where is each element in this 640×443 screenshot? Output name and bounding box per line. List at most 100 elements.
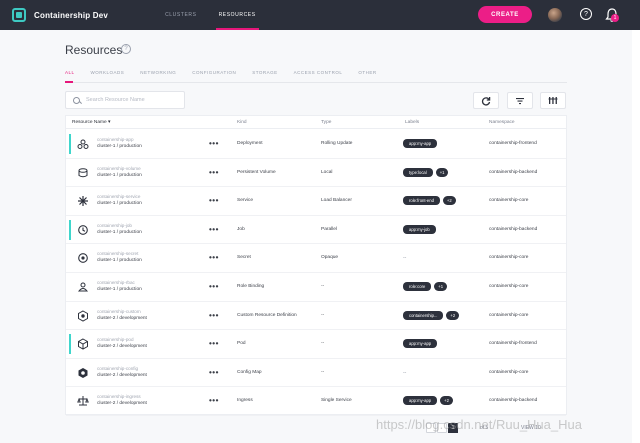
label-pill[interactable]: type:local — [403, 167, 433, 177]
label-pill[interactable]: role:front-end — [403, 196, 440, 206]
resource-namespace: containership-core — [489, 198, 529, 204]
resource-kind: Deployment — [237, 141, 263, 146]
filter-button[interactable] — [507, 92, 533, 109]
label-pill[interactable]: app:my-app — [403, 339, 438, 349]
table-row[interactable]: containership-pod cluster-2 / development… — [66, 330, 566, 359]
resource-name[interactable]: containership-rbac — [97, 280, 135, 285]
resource-namespace: containership-backend — [489, 226, 538, 232]
label-more-pill[interactable]: +1 — [434, 282, 448, 291]
label-pill[interactable]: app:my-app — [403, 396, 438, 406]
label-pill[interactable]: app:my-app — [403, 139, 438, 148]
resource-type: Parallel — [321, 226, 337, 232]
create-button[interactable]: CREATE — [478, 6, 532, 23]
row-actions-menu-icon[interactable]: ••• — [209, 225, 219, 234]
sort-caret-icon[interactable]: ▾ — [108, 120, 110, 125]
table-row[interactable]: containership-custom cluster-2 / developm… — [66, 302, 566, 331]
column-header-name-label: Resource Name — [72, 120, 107, 125]
table-row[interactable]: containership-config cluster-2 / developm… — [66, 359, 566, 388]
columns-button[interactable] — [540, 92, 566, 109]
row-actions-menu-icon[interactable]: ••• — [209, 311, 219, 320]
table-row[interactable]: containership-job cluster-1 / production •… — [66, 216, 566, 245]
table-row[interactable]: containership-rbac cluster-1 / production… — [66, 273, 566, 302]
table-row[interactable]: containership-service cluster-1 / product… — [66, 187, 566, 216]
resource-name[interactable]: containership-custom — [97, 309, 141, 314]
refresh-button[interactable] — [473, 92, 499, 109]
resource-namespace: containership-backend — [489, 169, 538, 175]
label-pill[interactable]: containership... — [403, 310, 444, 320]
table-header: Resource Name ▾ Kind Type Labels Namespa… — [66, 116, 566, 129]
column-header-type[interactable]: Type — [321, 120, 331, 125]
resource-name[interactable]: containership-app — [97, 137, 134, 142]
label-pill[interactable]: app:my-job — [403, 224, 436, 234]
resource-cluster: cluster-1 / production — [97, 258, 142, 264]
row-actions-menu-icon[interactable]: ••• — [209, 139, 219, 148]
resource-labels: app:my-app — [403, 339, 438, 349]
resource-name[interactable]: containership-volume — [97, 166, 141, 171]
resource-name[interactable]: containership-secret — [97, 251, 138, 256]
nav-clusters[interactable]: CLUSTERS — [154, 0, 207, 30]
containership-logo-icon[interactable] — [12, 8, 26, 22]
table-row[interactable]: containership-ingress cluster-2 / develop… — [66, 387, 566, 416]
service-icon — [78, 196, 88, 207]
row-actions-menu-icon[interactable]: ••• — [209, 282, 219, 291]
row-actions-menu-icon[interactable]: ••• — [209, 168, 219, 177]
resource-name[interactable]: containership-service — [97, 194, 140, 199]
tab-all[interactable]: ALL — [65, 70, 75, 80]
resource-kind: Pod — [237, 341, 246, 347]
column-header-labels[interactable]: Labels — [405, 120, 419, 125]
row-actions-menu-icon[interactable]: ••• — [209, 253, 219, 262]
resource-labels: app:my-app — [403, 139, 438, 148]
label-more-pill[interactable]: +1 — [435, 167, 449, 177]
resource-labels: app:my-job — [403, 224, 436, 234]
row-status-indicator — [69, 334, 71, 355]
label-more-pill[interactable]: +2 — [440, 396, 453, 406]
tab-access-control[interactable]: ACCESS CONTROL — [294, 70, 343, 80]
search-box — [65, 91, 185, 109]
table-row[interactable]: containership-secret cluster-1 / producti… — [66, 244, 566, 273]
table-row[interactable]: containership-volume cluster-1 / producti… — [66, 159, 566, 188]
tab-networking[interactable]: NETWORKING — [140, 70, 176, 80]
table-row[interactable]: containership-app cluster-1 / production •… — [66, 130, 566, 159]
tab-other[interactable]: OTHER — [358, 70, 376, 80]
resource-labels: role:front-end +2 — [403, 196, 456, 206]
row-actions-menu-icon[interactable]: ••• — [209, 339, 219, 348]
resource-cluster: cluster-1 / production — [97, 287, 142, 292]
resources-help-icon[interactable]: ? — [121, 44, 131, 54]
job-icon — [78, 224, 88, 235]
active-tab-indicator — [65, 81, 73, 83]
nav-resources[interactable]: RESOURCES — [208, 0, 267, 30]
label-pill[interactable]: role:core — [403, 282, 432, 291]
app-brand[interactable]: Containership Dev — [34, 11, 108, 20]
row-actions-menu-icon[interactable]: ••• — [209, 396, 219, 405]
row-actions-menu-icon[interactable]: ••• — [209, 368, 219, 377]
help-icon[interactable]: ? — [580, 8, 592, 20]
row-actions-menu-icon[interactable]: ••• — [209, 196, 219, 205]
no-labels-text: -- — [403, 369, 407, 376]
user-avatar[interactable] — [548, 8, 562, 22]
column-header-name[interactable]: Resource Name ▾ — [72, 120, 110, 125]
search-input[interactable] — [86, 97, 176, 103]
refresh-icon — [481, 96, 491, 106]
tab-storage[interactable]: STORAGE — [252, 70, 277, 80]
column-header-kind[interactable]: Kind — [237, 120, 247, 125]
resource-name[interactable]: containership-ingress — [97, 394, 141, 399]
resource-kind: Service — [237, 198, 253, 204]
label-more-pill[interactable]: +2 — [446, 310, 460, 320]
tab-configuration[interactable]: CONFIGURATION — [192, 70, 236, 80]
resource-name[interactable]: containership-pod — [97, 337, 134, 342]
resource-cluster: cluster-2 / development — [97, 315, 147, 321]
volume-icon — [78, 167, 88, 177]
notification-count-badge: 1 — [611, 14, 619, 22]
pod-icon — [78, 338, 88, 350]
resource-tabs: ALL WORKLOADS NETWORKING CONFIGURATION S… — [65, 70, 565, 80]
label-more-pill[interactable]: +2 — [442, 196, 456, 206]
watermark: https://blog.csdn.net/Ruu_Hua_Hua — [376, 417, 582, 432]
resource-type: Single Service — [321, 398, 352, 404]
resource-name[interactable]: containership-config — [97, 366, 138, 371]
tab-workloads[interactable]: WORKLOADS — [91, 70, 125, 80]
resource-labels: app:my-app +2 — [403, 396, 453, 406]
column-header-namespace[interactable]: Namespace — [489, 120, 515, 125]
resource-cluster: cluster-2 / development — [97, 401, 147, 407]
row-status-indicator — [69, 134, 71, 154]
resource-name[interactable]: containership-job — [97, 223, 132, 228]
